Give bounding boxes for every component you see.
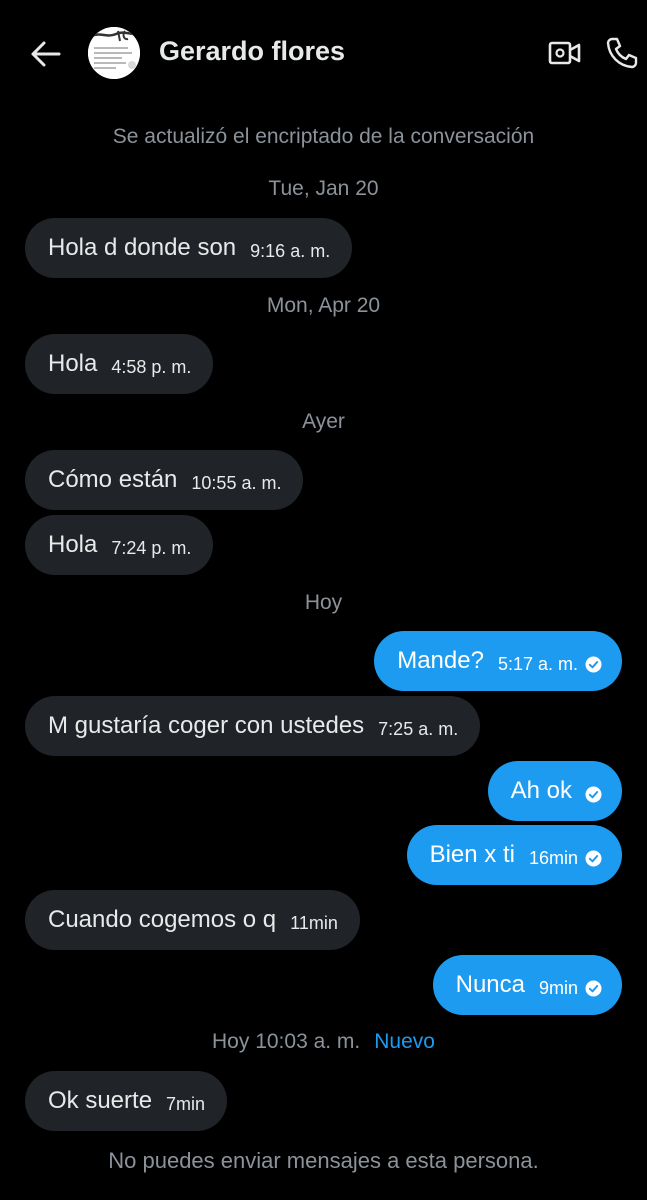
message-outgoing[interactable]: Bien x ti 16min: [406, 825, 622, 885]
message-text: Ok suerte: [48, 1087, 153, 1114]
video-call-button[interactable]: [546, 36, 584, 70]
message-text: Cómo están: [48, 466, 178, 493]
new-messages-divider: Hoy 10:03 a. m. Nuevo: [0, 1030, 647, 1054]
message-incoming[interactable]: Hola d donde son 9:16 a. m.: [25, 218, 353, 278]
phone-call-button[interactable]: [603, 34, 641, 72]
message-incoming[interactable]: Hola 4:58 p. m.: [25, 334, 214, 394]
seen-check-icon: [585, 656, 602, 672]
message-time: 16min: [528, 847, 578, 868]
message-time: 7min: [166, 1093, 206, 1114]
message-incoming[interactable]: Hola 7:24 p. m.: [25, 515, 214, 575]
message-outgoing[interactable]: Mande? 5:17 a. m.: [374, 631, 622, 691]
seen-check-icon: [585, 786, 602, 802]
date-separator: Ayer: [302, 410, 345, 433]
message-text: Cuando cogemos o q: [48, 906, 277, 933]
message-time: 5:17 a. m.: [497, 653, 578, 674]
message-time: 9min: [538, 977, 578, 998]
message-text: Bien x ti: [429, 841, 515, 868]
back-button[interactable]: [26, 34, 66, 74]
date-separator: Hoy 10:03 a. m.: [212, 1030, 361, 1053]
conversation-header: Gerardo flores: [0, 0, 647, 106]
message-time: 11min: [290, 912, 338, 933]
message-outgoing[interactable]: Nunca 9min: [432, 955, 622, 1015]
seen-check-icon: [585, 850, 602, 866]
message-text: Mande?: [397, 647, 484, 674]
message-time: 7:24 p. m.: [111, 537, 192, 558]
date-separator: Mon, Apr 20: [266, 294, 381, 317]
encryption-notice: Se actualizó el encriptado de la convers…: [112, 125, 535, 148]
avatar-image: [88, 27, 140, 79]
message-text: Ah ok: [510, 777, 572, 804]
message-text: Hola: [48, 531, 98, 558]
date-separator: Hoy: [304, 591, 343, 614]
seen-check-icon: [585, 980, 602, 996]
video-call-icon: [548, 41, 581, 65]
date-separator: Tue, Jan 20: [268, 177, 379, 200]
avatar[interactable]: [88, 27, 140, 79]
message-incoming[interactable]: Ok suerte 7min: [25, 1071, 228, 1131]
message-outgoing[interactable]: Ah ok: [487, 761, 622, 821]
cannot-message-notice: No puedes enviar mensajes a esta persona…: [108, 1148, 539, 1173]
message-text: Hola: [48, 350, 98, 377]
new-label: Nuevo: [374, 1030, 435, 1053]
message-incoming[interactable]: Cuando cogemos o q 11min: [25, 890, 360, 950]
message-text: Nunca: [455, 971, 525, 998]
message-time: 7:25 a. m.: [378, 718, 459, 739]
phone-icon: [606, 37, 638, 69]
message-text: M gustaría coger con ustedes: [48, 712, 365, 739]
arrow-left-icon: [31, 41, 61, 67]
message-incoming[interactable]: M gustaría coger con ustedes 7:25 a. m.: [25, 696, 481, 756]
contact-name[interactable]: Gerardo flores: [159, 36, 345, 67]
message-time: 10:55 a. m.: [191, 472, 282, 493]
message-time: 9:16 a. m.: [250, 240, 331, 261]
message-text: Hola d donde son: [48, 234, 237, 261]
message-incoming[interactable]: Cómo están 10:55 a. m.: [25, 450, 304, 510]
message-time: 4:58 p. m.: [111, 356, 192, 377]
